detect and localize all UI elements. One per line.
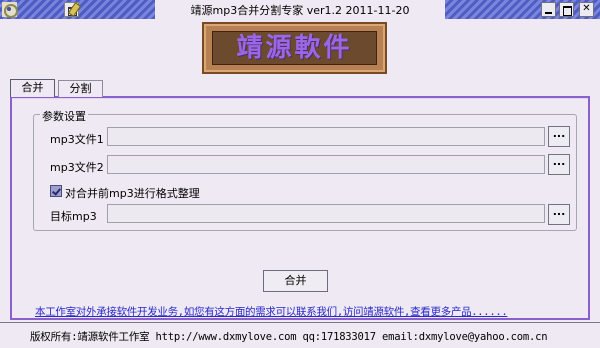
logo-text: 靖源軟件 — [212, 31, 377, 65]
settings-group-label: 参数设置 — [40, 108, 88, 124]
target-mp3-input[interactable] — [107, 204, 545, 223]
brand-logo: 靖源軟件 — [202, 22, 387, 74]
maximize-button[interactable] — [559, 2, 574, 17]
status-bar: 版权所有:靖源软件工作室 http://www.dxmylove.com qq:… — [0, 322, 600, 348]
app-icon[interactable] — [2, 2, 18, 18]
title-bar[interactable]: 靖源mp3合并分割专家 ver1.2 2011-11-20 ✕ — [0, 0, 600, 19]
panel-divider — [12, 98, 588, 99]
mp3-file1-input[interactable] — [107, 127, 545, 146]
target-mp3-browse-button[interactable]: ... — [548, 204, 570, 225]
mp3-file2-browse-button[interactable]: ... — [548, 154, 570, 175]
pin-icon[interactable] — [68, 2, 82, 17]
merge-button[interactable]: 合并 — [263, 270, 328, 292]
minimize-button[interactable] — [541, 2, 556, 17]
mp3-file1-label: mp3文件1 — [50, 133, 104, 146]
target-mp3-label: 目标mp3 — [50, 210, 97, 223]
mp3-file2-input[interactable] — [107, 155, 545, 174]
promo-link[interactable]: 本工作室对外承接软件开发业务,如您有这方面的需求可以联系我们,访问靖源软件,查看… — [35, 304, 508, 319]
window-title: 靖源mp3合并分割专家 ver1.2 2011-11-20 — [190, 4, 410, 17]
tab-split[interactable]: 分割 — [58, 80, 103, 97]
tab-merge[interactable]: 合并 — [10, 79, 55, 97]
format-cleanup-checkbox[interactable] — [50, 185, 62, 197]
format-cleanup-label[interactable]: 对合并前mp3进行格式整理 — [65, 185, 200, 201]
mp3-file1-browse-button[interactable]: ... — [548, 126, 570, 147]
mp3-file2-label: mp3文件2 — [50, 161, 104, 174]
copyright-text: 版权所有:靖源软件工作室 http://www.dxmylove.com qq:… — [30, 331, 548, 343]
close-button[interactable]: ✕ — [579, 2, 594, 17]
